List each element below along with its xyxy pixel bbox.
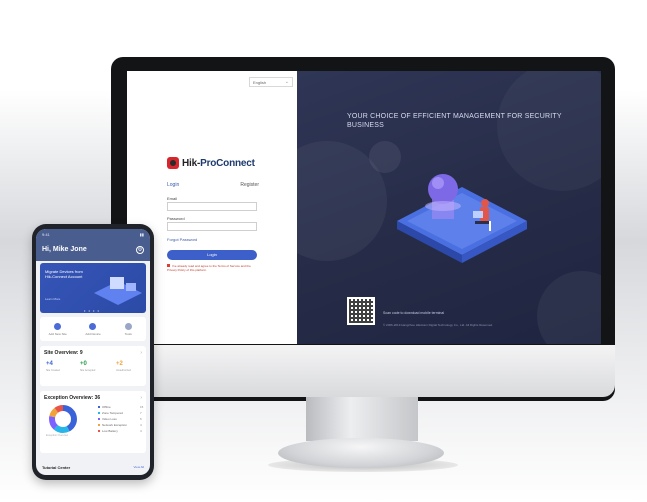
- chevron-right-icon: ›: [140, 350, 142, 356]
- exception-donut-chart: [49, 405, 77, 433]
- tools-icon: [124, 322, 132, 330]
- legend-item: Offline 15: [98, 405, 143, 409]
- banner-text: Migrate Devices from Hik-Connect Account: [45, 269, 83, 279]
- quick-actions: Add New Site Add Device Tools: [40, 317, 146, 341]
- login-button[interactable]: Login: [167, 250, 257, 260]
- chevron-right-icon: ›: [140, 395, 142, 401]
- isometric-illustration: [397, 174, 527, 263]
- add-device-button[interactable]: Add Device: [78, 322, 108, 336]
- hero-panel: YOUR CHOICE OF EFFICIENT MANAGEMENT FOR …: [297, 71, 601, 344]
- gear-icon[interactable]: ⚙: [136, 246, 144, 254]
- stat-value: +2: [116, 361, 123, 367]
- hik-logo-icon: [167, 157, 179, 169]
- phone-header: 9:41 ▮▮ Hi, Mike Jone ⚙: [36, 229, 150, 261]
- checkbox-icon[interactable]: [167, 264, 170, 267]
- legend-item: Low Battery 4: [98, 429, 142, 433]
- tools-button[interactable]: Tools: [113, 322, 143, 336]
- decor-circle: [537, 271, 601, 344]
- qr-code[interactable]: [347, 297, 375, 325]
- stat-value: +4: [46, 361, 53, 367]
- legend-item: Video Loss 6: [98, 417, 142, 421]
- banner-illustration: [94, 277, 142, 305]
- brand-logo: Hik-ProConnect: [167, 157, 255, 169]
- email-field[interactable]: [167, 202, 257, 211]
- device-icon: [89, 322, 97, 330]
- greeting: Hi, Mike Jone: [42, 246, 87, 253]
- banner-link[interactable]: Learn More: [45, 297, 60, 301]
- add-new-site-button[interactable]: Add New Site: [43, 322, 73, 336]
- legend-item: Zone Tampered 7: [98, 411, 142, 415]
- tutorial-title: Tutorial Center: [42, 465, 71, 470]
- agreement-text[interactable]: I've already read and agree to the Terms…: [167, 264, 259, 272]
- site-overview-card[interactable]: Site Overview: 9 › +4 Site Created +0 Si…: [40, 346, 146, 386]
- exception-overview-title: Exception Overview: 36: [44, 395, 101, 401]
- stat-label: Site Accepted: [80, 369, 96, 372]
- view-all-link[interactable]: View All: [134, 465, 144, 469]
- tab-register[interactable]: Register: [240, 182, 259, 188]
- stat-label: Unauthorized: [116, 369, 131, 372]
- brand-name: Hik-ProConnect: [182, 157, 255, 169]
- battery-icon: ▮▮: [139, 232, 144, 237]
- monitor-stand-neck: [306, 397, 418, 441]
- stat-value: +0: [80, 361, 87, 367]
- qr-caption: Scan code to download mobile terminal: [383, 311, 445, 315]
- chevron-down-icon: ⌄: [284, 79, 289, 85]
- monitor-stand-base: [278, 438, 444, 468]
- language-select[interactable]: English ⌄: [249, 77, 293, 87]
- monitor-chin: [111, 345, 615, 397]
- email-label: Email: [167, 196, 178, 201]
- hero-headline: YOUR CHOICE OF EFFICIENT MANAGEMENT FOR …: [347, 113, 562, 129]
- language-value: English: [253, 80, 267, 85]
- promo-banner[interactable]: Migrate Devices from Hik-Connect Account…: [40, 263, 146, 313]
- exception-overview-card[interactable]: Exception Overview: 36 › Exception Overv…: [40, 391, 146, 453]
- monitor-screen: English ⌄ Hik-ProConnect Login Register …: [127, 71, 601, 344]
- status-time: 9:41: [42, 232, 50, 237]
- password-label: Password: [167, 216, 185, 221]
- tab-login[interactable]: Login: [167, 182, 179, 188]
- site-icon: [54, 322, 62, 330]
- phone-screen: 9:41 ▮▮ Hi, Mike Jone ⚙ Migrate Devices …: [36, 229, 150, 475]
- password-field[interactable]: [167, 222, 257, 231]
- carousel-dots[interactable]: • • • •: [84, 308, 100, 313]
- donut-caption: Exception Overview: [46, 434, 69, 437]
- legend-item: Network Exception 4: [98, 423, 142, 427]
- forgot-password-link[interactable]: Forgot Password: [167, 237, 197, 242]
- copyright-text: © 2006-2019 Hangzhou Hikvision Digital T…: [383, 323, 493, 327]
- stat-label: Site Created: [46, 369, 60, 372]
- site-overview-title: Site Overview: 9: [44, 350, 83, 356]
